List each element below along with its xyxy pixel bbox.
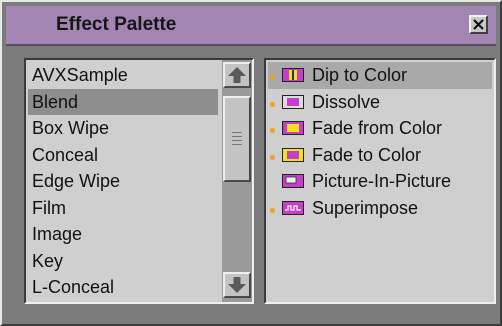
arrow-up-icon — [228, 67, 246, 83]
category-item-edge-wipe[interactable]: Edge Wipe — [28, 168, 218, 195]
window-title: Effect Palette — [56, 14, 177, 35]
title-bar[interactable]: Effect Palette — [6, 6, 496, 46]
effects-list: Dip to Color Dissolve Fade from Color Fa… — [268, 62, 492, 221]
effect-label: Dip to Color — [312, 65, 408, 85]
effects-panel: Dip to Color Dissolve Fade from Color Fa… — [264, 58, 496, 304]
effect-item-dissolve[interactable]: Dissolve — [268, 89, 492, 116]
bullet-dot-icon — [270, 154, 275, 160]
grip-line — [232, 140, 242, 141]
category-item-conceal[interactable]: Conceal — [28, 142, 218, 169]
effect-item-fade-to-color[interactable]: Fade to Color — [268, 142, 492, 169]
category-item-l-conceal[interactable]: L-Conceal — [28, 274, 218, 301]
superimpose-icon — [282, 200, 304, 215]
category-item-key[interactable]: Key — [28, 248, 218, 275]
category-panel: AVXSample Blend Box Wipe Conceal Edge Wipe Fi… — [24, 58, 254, 304]
close-button[interactable] — [469, 15, 488, 34]
effect-label: Superimpose — [312, 197, 419, 218]
effect-item-dip-to-color[interactable]: Dip to Color — [268, 62, 492, 89]
fade-from-color-icon — [282, 121, 304, 135]
category-list: AVXSample Blend Box Wipe Conceal Edge Wipe Fi… — [28, 62, 218, 301]
dissolve-icon — [282, 94, 304, 109]
scroll-up-button[interactable] — [223, 62, 251, 88]
bullet-dot-icon — [270, 101, 275, 107]
bullet-dot-icon — [270, 75, 275, 80]
effect-palette-window: Effect Palette AVXSample Blend Box Wipe Con… — [0, 0, 502, 326]
scroll-down-button[interactable] — [223, 272, 251, 298]
grip-line — [232, 132, 242, 133]
picture-in-picture-icon — [282, 174, 304, 188]
arrow-down-icon — [228, 277, 246, 293]
effect-label: Fade from Color — [312, 118, 443, 138]
effect-label: Dissolve — [312, 91, 381, 112]
dip-to-color-icon — [282, 68, 304, 82]
effect-label: Fade to Color — [312, 144, 422, 165]
category-item-avxsample[interactable]: AVXSample — [28, 62, 218, 89]
effect-item-fade-from-color[interactable]: Fade from Color — [268, 115, 492, 142]
effect-label: Picture-In-Picture — [312, 171, 452, 191]
category-item-film[interactable]: Film — [28, 195, 218, 222]
effect-item-picture-in-picture[interactable]: Picture-In-Picture — [268, 168, 492, 195]
bullet-dot-icon — [270, 128, 275, 133]
fade-to-color-icon — [282, 147, 304, 162]
bullet-dot-icon — [270, 207, 275, 213]
effect-item-superimpose[interactable]: Superimpose — [268, 195, 492, 222]
category-scrollbar[interactable] — [222, 60, 252, 302]
category-item-blend[interactable]: Blend — [28, 88, 218, 115]
close-icon — [473, 19, 484, 30]
grip-line — [232, 144, 242, 145]
scroll-thumb[interactable] — [223, 96, 251, 182]
category-item-box-wipe[interactable]: Box Wipe — [28, 115, 218, 142]
category-item-image[interactable]: Image — [28, 221, 218, 248]
grip-line — [232, 136, 242, 137]
